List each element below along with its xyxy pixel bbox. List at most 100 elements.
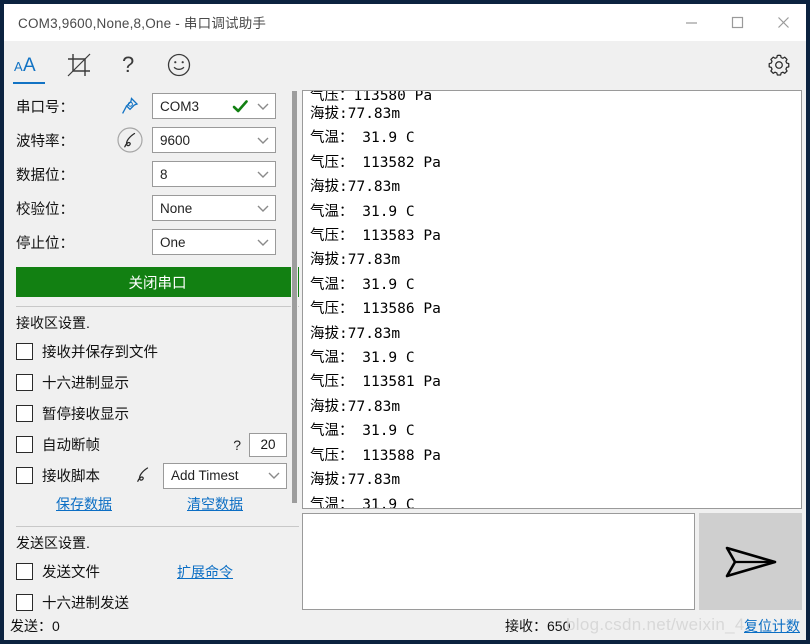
baud-label: 波特率： bbox=[16, 133, 74, 150]
receive-save-file-checkbox[interactable] bbox=[16, 343, 33, 360]
data-bits-chevron-down-icon[interactable] bbox=[251, 170, 275, 179]
title-bar: COM3,9600,None,8,One - 串口调试助手 bbox=[4, 4, 806, 41]
auto-frame-input[interactable]: 20 bbox=[249, 432, 287, 457]
baud-row: 波特率： 9600 bbox=[16, 123, 300, 157]
baud-chevron-down-icon[interactable] bbox=[251, 136, 275, 145]
close-button[interactable] bbox=[760, 4, 806, 40]
paper-plane-icon bbox=[725, 546, 776, 577]
auto-frame-row[interactable]: 自动断帧 ? 20 bbox=[16, 429, 300, 460]
terminal-line: 气压： 113582 Pa bbox=[310, 154, 441, 171]
crop-icon[interactable] bbox=[54, 42, 104, 88]
receive-script-label: 接收脚本 bbox=[42, 469, 100, 485]
data-bits-row: 数据位： 8 bbox=[16, 157, 300, 191]
send-hex-label: 十六进制发送 bbox=[42, 596, 129, 612]
reset-counter-link[interactable]: 复位计数 bbox=[744, 616, 800, 636]
receive-script-pen-icon[interactable] bbox=[123, 464, 163, 488]
main-area: 串口号： COM3 波特率： 9600 数据位： 8 校验位： None 停止位… bbox=[4, 89, 806, 612]
send-file-checkbox[interactable] bbox=[16, 563, 33, 580]
window-title: COM3,9600,None,8,One - 串口调试助手 bbox=[18, 16, 267, 31]
gear-icon[interactable] bbox=[752, 42, 806, 88]
receive-script-combo-value: Add Timest bbox=[171, 468, 239, 483]
divider-send bbox=[16, 526, 299, 527]
close-port-button[interactable]: 关闭串口 bbox=[16, 267, 299, 297]
maximize-button[interactable] bbox=[714, 4, 760, 40]
receive-script-chevron-down-icon[interactable] bbox=[262, 471, 286, 480]
terminal-line: 气压： 113586 Pa bbox=[310, 301, 441, 318]
stop-bits-combo[interactable]: One bbox=[152, 229, 276, 255]
port-chevron-down-icon[interactable] bbox=[251, 102, 275, 111]
data-bits-label: 数据位： bbox=[16, 167, 74, 184]
terminal-line-clipped: 气压：113580 Pa bbox=[310, 90, 433, 102]
svg-text:A: A bbox=[23, 55, 36, 76]
settings-panel: 串口号： COM3 波特率： 9600 数据位： 8 校验位： None 停止位… bbox=[4, 89, 300, 612]
terminal-line: 气压： 113583 Pa bbox=[310, 228, 441, 245]
settings-scrollbar[interactable] bbox=[291, 89, 298, 509]
send-button[interactable] bbox=[699, 513, 802, 610]
port-combo[interactable]: COM3 bbox=[152, 93, 276, 119]
data-bits-combo[interactable]: 8 bbox=[152, 161, 276, 187]
receive-hex-row[interactable]: 十六进制显示 bbox=[16, 367, 300, 398]
receive-terminal[interactable]: 气压：113580 Pa 海拔:77.83m 气温： 31.9 C 气压： 1135… bbox=[302, 90, 802, 509]
receive-save-file-label: 接收并保存到文件 bbox=[42, 345, 158, 361]
send-hex-row[interactable]: 十六进制发送 bbox=[16, 587, 300, 612]
send-section-title: 发送区设置. bbox=[16, 535, 90, 551]
terminal-line: 海拔:77.83m bbox=[310, 106, 401, 122]
status-bar: 发送：0 接收：650 blog.csdn.net/weixin_4 复位计数 bbox=[4, 612, 806, 640]
receive-pause-label: 暂停接收显示 bbox=[42, 407, 129, 423]
baud-combo[interactable]: 9600 bbox=[152, 127, 276, 153]
terminal-line: 气温： 31.9 C bbox=[310, 423, 415, 440]
minimize-button[interactable] bbox=[668, 4, 714, 40]
terminal-line: 气压： 113588 Pa bbox=[310, 447, 441, 464]
parity-label: 校验位： bbox=[16, 201, 74, 218]
terminal-line: 气压： 113581 Pa bbox=[310, 374, 441, 391]
settings-scrollbar-thumb[interactable] bbox=[292, 91, 297, 503]
auto-frame-label: 自动断帧 bbox=[42, 438, 100, 454]
receive-hex-checkbox[interactable] bbox=[16, 374, 33, 391]
send-file-label: 发送文件 bbox=[42, 565, 100, 581]
parity-value: None bbox=[160, 200, 193, 216]
parity-combo[interactable]: None bbox=[152, 195, 276, 221]
terminal-line: 气温： 31.9 C bbox=[310, 276, 415, 293]
terminal-line: 海拔:77.83m bbox=[310, 398, 401, 415]
auto-frame-help-icon[interactable]: ? bbox=[233, 437, 241, 453]
receive-hex-label: 十六进制显示 bbox=[42, 376, 129, 392]
pin-icon[interactable] bbox=[108, 96, 152, 116]
extend-command-link[interactable]: 扩展命令 bbox=[177, 562, 233, 582]
terminal-line: 海拔:77.83m bbox=[310, 325, 401, 342]
receive-pause-checkbox[interactable] bbox=[16, 405, 33, 422]
baud-value: 9600 bbox=[160, 132, 191, 148]
port-connected-check-icon bbox=[232, 99, 249, 114]
parity-chevron-down-icon[interactable] bbox=[251, 204, 275, 213]
receive-script-checkbox[interactable] bbox=[16, 467, 33, 484]
receive-count: 接收：650 bbox=[505, 618, 571, 634]
font-icon[interactable]: A A bbox=[4, 42, 54, 88]
send-input[interactable] bbox=[302, 513, 695, 610]
port-value: COM3 bbox=[160, 98, 200, 114]
emoji-icon[interactable] bbox=[154, 42, 204, 88]
receive-script-combo[interactable]: Add Timest bbox=[163, 462, 287, 489]
clear-data-link[interactable]: 清空数据 bbox=[187, 494, 243, 514]
help-icon[interactable]: ? bbox=[104, 42, 154, 88]
auto-frame-checkbox[interactable] bbox=[16, 436, 33, 453]
stop-bits-chevron-down-icon[interactable] bbox=[251, 238, 275, 247]
svg-text:A: A bbox=[14, 59, 23, 74]
receive-section-title: 接收区设置. bbox=[16, 315, 90, 331]
watermark: blog.csdn.net/weixin_4 bbox=[566, 615, 745, 634]
parity-row: 校验位： None bbox=[16, 191, 300, 225]
stop-bits-value: One bbox=[160, 234, 186, 250]
terminal-line: 气温： 31.9 C bbox=[310, 130, 415, 147]
receive-save-file-row[interactable]: 接收并保存到文件 bbox=[16, 336, 300, 367]
send-hex-checkbox[interactable] bbox=[16, 594, 33, 611]
save-data-link[interactable]: 保存数据 bbox=[56, 494, 112, 514]
port-label: 串口号： bbox=[16, 99, 74, 116]
right-pane: 气压：113580 Pa 海拔:77.83m 气温： 31.9 C 气压： 1135… bbox=[300, 89, 806, 612]
receive-script-row[interactable]: 接收脚本 Add Timest bbox=[16, 460, 300, 491]
send-file-row[interactable]: 发送文件 扩展命令 bbox=[16, 556, 300, 587]
terminal-lines: 海拔:77.83m 气温： 31.9 C 气压： 113582 Pa 海拔:77.83… bbox=[310, 102, 801, 509]
svg-text:?: ? bbox=[122, 52, 134, 77]
toolbar: A A ? bbox=[4, 41, 806, 89]
baud-script-icon[interactable] bbox=[108, 125, 152, 155]
app-window: COM3,9600,None,8,One - 串口调试助手 A A ? 串口号：… bbox=[4, 4, 806, 640]
receive-pause-row[interactable]: 暂停接收显示 bbox=[16, 398, 300, 429]
terminal-line: 气温： 31.9 C bbox=[310, 496, 415, 509]
